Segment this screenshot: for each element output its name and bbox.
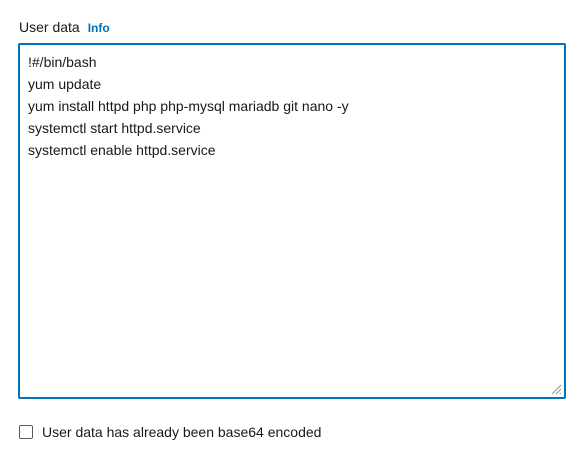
user-data-label-row: User data Info [19,19,567,39]
resize-handle-icon[interactable] [550,383,562,395]
user-data-textarea-container: !#/bin/bash yum update yum install httpd… [18,43,566,399]
user-data-field: User data Info [19,19,567,39]
user-data-textarea[interactable]: !#/bin/bash yum update yum install httpd… [20,45,564,397]
info-link[interactable]: Info [88,21,110,35]
base64-encoded-checkbox[interactable] [19,425,33,439]
user-data-label: User data [19,19,80,35]
base64-encoded-label[interactable]: User data has already been base64 encode… [42,424,321,440]
base64-encoded-option[interactable]: User data has already been base64 encode… [19,423,321,441]
